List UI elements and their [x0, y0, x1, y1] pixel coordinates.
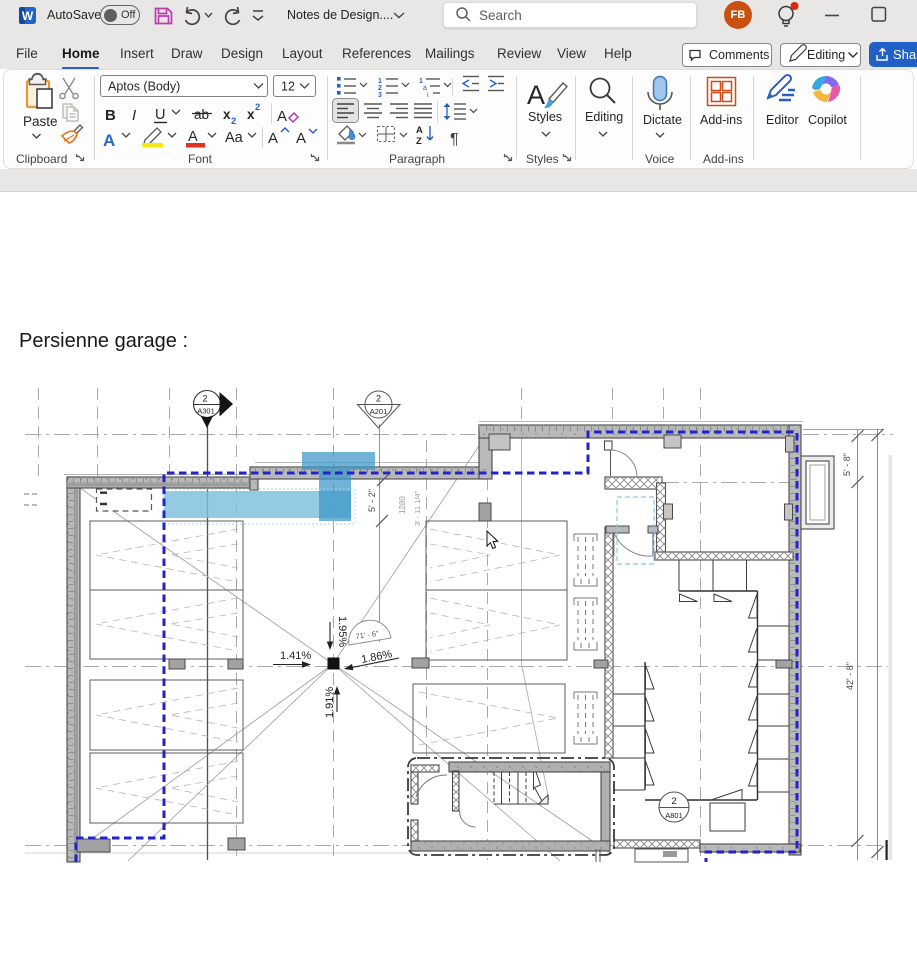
svg-text:W: W	[22, 9, 34, 23]
